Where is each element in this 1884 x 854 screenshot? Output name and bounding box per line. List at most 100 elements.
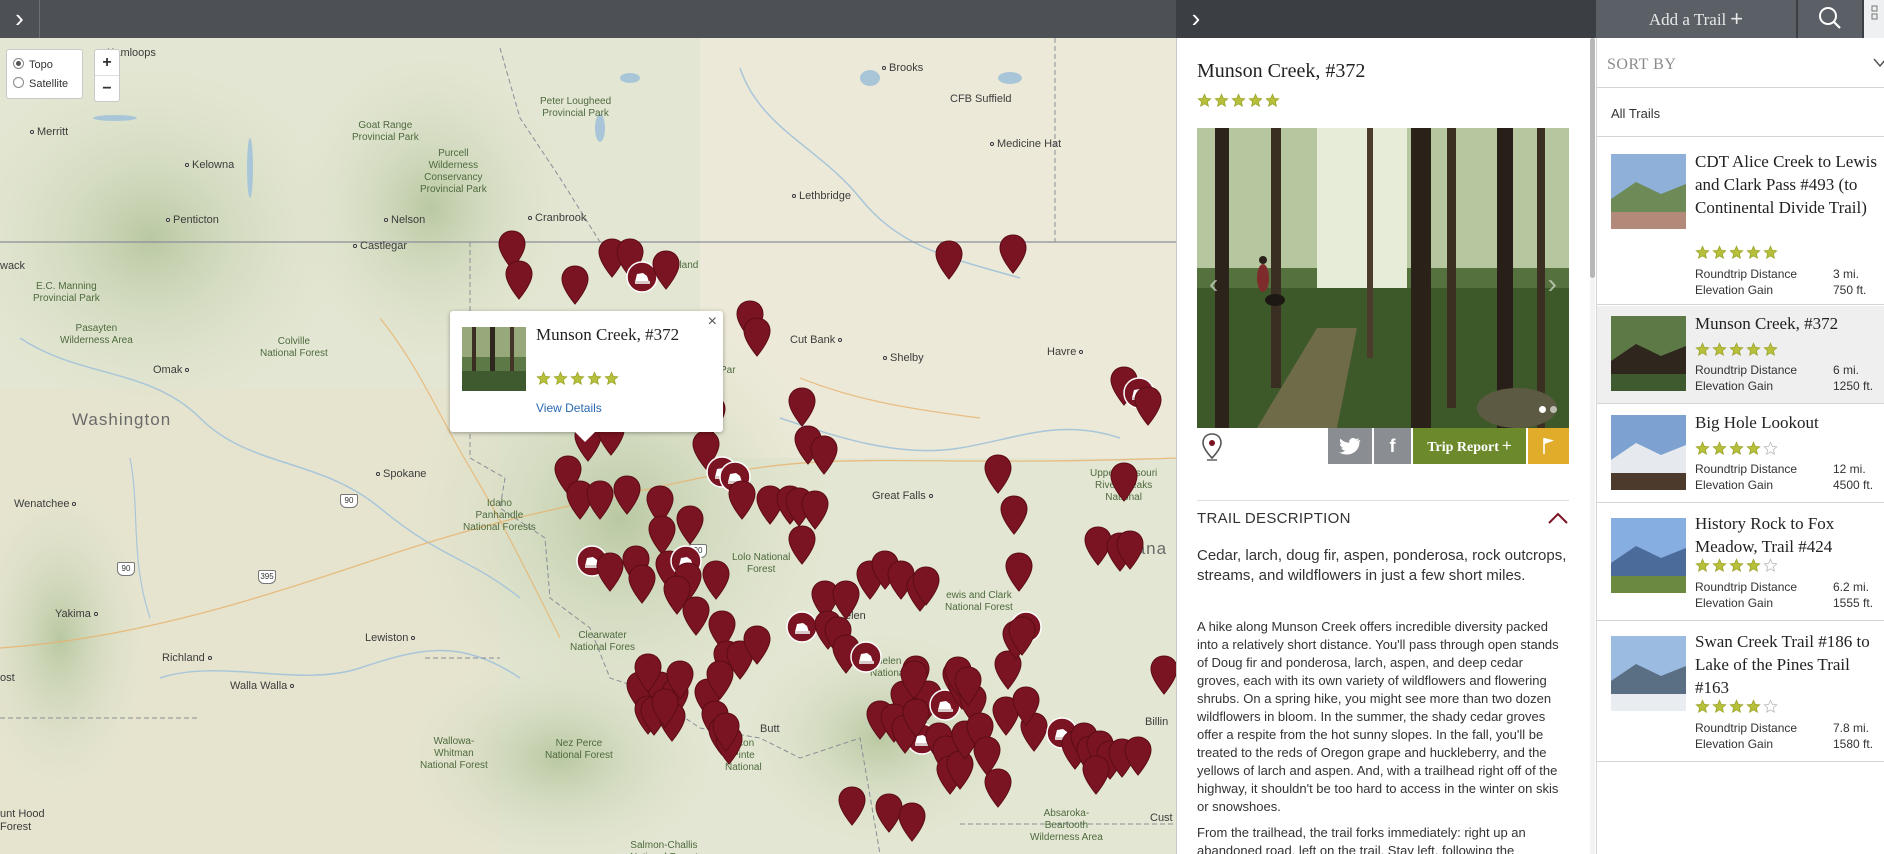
trail-rating	[1695, 342, 1780, 362]
distance-value: 12 mi.	[1833, 462, 1866, 476]
trail-name[interactable]: History Rock to Fox Meadow, Trail #424	[1695, 512, 1881, 558]
trail-filter[interactable]: All Trails	[1597, 89, 1884, 137]
radio-icon[interactable]	[13, 77, 24, 88]
chevron-down-icon[interactable]	[1873, 58, 1884, 68]
trail-marker[interactable]	[633, 653, 663, 693]
trail-marker[interactable]	[983, 768, 1013, 808]
star-icon	[1729, 441, 1744, 456]
star-icon	[1712, 342, 1727, 357]
trail-marker[interactable]	[1011, 686, 1041, 726]
trail-marker[interactable]	[585, 480, 615, 520]
trail-photo[interactable]: ‹ ›	[1197, 128, 1569, 428]
trail-marker[interactable]	[953, 666, 983, 706]
map-label-city: unt Hood	[0, 808, 45, 820]
chevron-right-icon[interactable]: ›	[0, 0, 40, 38]
trail-list-item[interactable]: CDT Alice Creek to Lewis and Clark Pass …	[1597, 138, 1884, 305]
grid-view-button[interactable]	[1864, 0, 1884, 38]
detail-scrollbar[interactable]	[1590, 38, 1595, 854]
trail-name[interactable]: Swan Creek Trail #186 to Lake of the Pin…	[1695, 630, 1881, 699]
trail-marker[interactable]	[651, 250, 681, 290]
star-icon	[1746, 699, 1761, 714]
trail-marker[interactable]	[800, 490, 830, 530]
trail-marker[interactable]	[504, 260, 534, 300]
map-type-topo[interactable]: Topo	[13, 56, 76, 75]
trail-name[interactable]: CDT Alice Creek to Lewis and Clark Pass …	[1695, 150, 1881, 219]
trail-marker[interactable]	[1004, 552, 1034, 592]
trail-marker[interactable]	[1081, 755, 1111, 795]
map-label-park: Lolo National Forest	[732, 552, 791, 575]
trail-marker[interactable]	[1109, 462, 1139, 502]
trail-marker[interactable]	[1149, 655, 1176, 695]
trail-list-item[interactable]: Munson Creek, #372 Roundtrip Distance 6 mi…	[1597, 306, 1884, 404]
sort-dropdown[interactable]: SORT BY	[1597, 38, 1884, 88]
trail-marker[interactable]	[809, 435, 839, 475]
scrollbar-thumb[interactable]	[1590, 38, 1595, 278]
trail-marker[interactable]	[650, 688, 680, 728]
trail-list-item[interactable]: Swan Creek Trail #186 to Lake of the Pin…	[1597, 622, 1884, 762]
map-label-city: Omak	[153, 364, 192, 376]
search-button[interactable]	[1798, 0, 1862, 38]
trail-cluster-marker[interactable]	[849, 640, 882, 680]
zoom-in-button[interactable]: +	[95, 50, 119, 76]
map-label-city: Merritt	[30, 126, 68, 138]
trail-marker[interactable]	[711, 712, 741, 752]
elevation-value: 750 ft.	[1833, 283, 1867, 297]
trail-marker[interactable]	[742, 317, 772, 357]
popup-title: Munson Creek, #372	[536, 325, 680, 344]
trail-name[interactable]: Big Hole Lookout	[1695, 411, 1881, 434]
trail-list-item[interactable]: History Rock to Fox Meadow, Trail #424 Ro…	[1597, 504, 1884, 621]
radio-icon[interactable]	[13, 58, 24, 69]
trail-thumbnail	[462, 327, 526, 391]
chevron-up-icon[interactable]	[1547, 511, 1569, 525]
add-trail-button[interactable]: Add a Trail +	[1596, 0, 1796, 38]
trail-marker[interactable]	[897, 802, 927, 842]
trail-marker[interactable]	[627, 564, 657, 604]
trail-marker[interactable]	[998, 234, 1028, 274]
trail-marker[interactable]	[1123, 736, 1153, 776]
trail-marker[interactable]	[675, 505, 705, 545]
trail-name[interactable]: Munson Creek, #372	[1695, 312, 1881, 335]
trail-marker[interactable]	[999, 495, 1029, 535]
map-label-city: Great Falls	[872, 490, 936, 502]
trail-marker[interactable]	[983, 454, 1013, 494]
star-icon	[1695, 342, 1710, 357]
trail-marker[interactable]	[787, 387, 817, 427]
trail-marker[interactable]	[787, 525, 817, 565]
map-label-park: E.C. Manning Provincial Park	[33, 281, 100, 304]
trail-marker[interactable]	[1133, 386, 1163, 426]
map-label-city: Shelby	[883, 352, 924, 364]
trail-marker[interactable]	[837, 786, 867, 826]
trail-marker[interactable]	[899, 660, 929, 700]
trail-marker[interactable]	[911, 566, 941, 606]
trail-marker[interactable]	[1007, 616, 1037, 656]
map-pin-icon[interactable]	[1199, 432, 1225, 462]
next-photo-icon[interactable]: ›	[1548, 268, 1557, 300]
view-details-link[interactable]: View Details	[536, 401, 602, 415]
trail-description-header[interactable]: TRAIL DESCRIPTION	[1197, 500, 1569, 534]
star-icon	[1746, 245, 1761, 260]
trail-marker[interactable]	[705, 660, 735, 700]
star-icon	[604, 371, 619, 386]
close-icon[interactable]: ×	[708, 313, 717, 331]
trail-marker[interactable]	[742, 625, 772, 665]
flag-icon	[1543, 438, 1554, 454]
trail-marker[interactable]	[934, 240, 964, 280]
trip-report-button[interactable]: Trip Report +	[1413, 428, 1526, 464]
trail-map[interactable]: Kamloops Merritt Kelowna Penticton Nelso…	[0, 38, 1176, 854]
trail-marker[interactable]	[1115, 530, 1145, 570]
trail-marker[interactable]	[901, 698, 931, 738]
map-type-satellite[interactable]: Satellite	[13, 75, 76, 94]
chevron-right-icon[interactable]: ›	[1176, 0, 1216, 38]
map-label-city: Cut Bank	[790, 334, 845, 346]
zoom-out-button[interactable]: −	[95, 76, 119, 102]
trail-marker[interactable]	[727, 480, 757, 520]
prev-photo-icon[interactable]: ‹	[1209, 268, 1218, 300]
trail-marker[interactable]	[612, 475, 642, 515]
star-icon	[1695, 441, 1710, 456]
facebook-share-button[interactable]: f	[1374, 428, 1411, 464]
report-flag-button[interactable]	[1528, 428, 1569, 464]
trail-marker[interactable]	[701, 560, 731, 600]
twitter-share-button[interactable]	[1328, 428, 1372, 464]
trail-marker[interactable]	[560, 265, 590, 305]
trail-list-item[interactable]: Big Hole Lookout Roundtrip Distance 12 mi.…	[1597, 405, 1884, 503]
